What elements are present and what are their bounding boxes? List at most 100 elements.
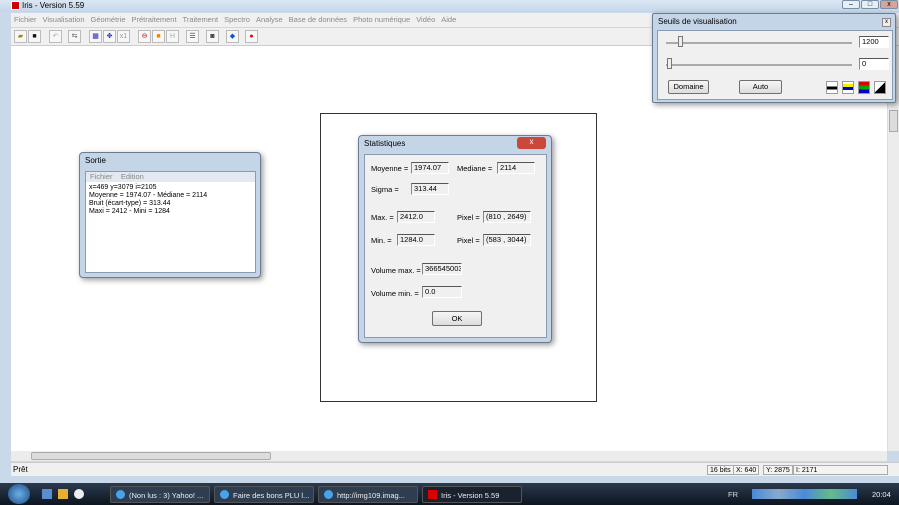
quicklaunch-icon[interactable] xyxy=(74,489,84,499)
status-intensity: I: 2171 xyxy=(793,465,888,475)
status-text: Prêt xyxy=(13,465,28,474)
sortie-window: Sortie Fichier Edition x=469 y=3079 i=21… xyxy=(79,152,261,278)
sigma-field: 313.44 xyxy=(411,183,449,195)
low-slider-thumb[interactable] xyxy=(667,58,672,69)
ok-button[interactable]: OK xyxy=(432,311,482,326)
high-threshold-input[interactable]: 1200 xyxy=(859,36,889,48)
menu-visualisation[interactable]: Visualisation xyxy=(40,13,88,24)
menu-fichier[interactable]: Fichier xyxy=(11,13,40,24)
grayscale-palette-icon[interactable] xyxy=(826,81,838,94)
menu-base-de-donnees[interactable]: Base de données xyxy=(286,13,350,24)
seuils-close-button[interactable]: x xyxy=(882,18,891,27)
stats-title: Statistiques xyxy=(364,139,406,148)
minimize-button[interactable]: – xyxy=(842,0,860,9)
pixel-max-field: (810 , 2649) xyxy=(483,211,531,223)
low-threshold-input[interactable]: 0 xyxy=(859,58,889,70)
auto-button[interactable]: Auto xyxy=(739,80,782,94)
taskbar-label: Faire des bons PLU l... xyxy=(233,491,310,500)
system-tray-icons[interactable] xyxy=(752,489,857,499)
vertical-scrollbar[interactable] xyxy=(887,46,899,451)
min-label: Min. = xyxy=(371,236,392,245)
moyenne-label: Moyenne = xyxy=(371,164,409,173)
undo-icon[interactable]: ↶ xyxy=(49,30,62,43)
domaine-button[interactable]: Domaine xyxy=(668,80,709,94)
yellow-blue-palette-icon[interactable] xyxy=(842,81,854,94)
menu-spectro[interactable]: Spectro xyxy=(221,13,253,24)
ie-icon xyxy=(116,490,125,499)
stats-close-button[interactable]: x xyxy=(517,137,546,149)
sortie-output[interactable]: x=469 y=3079 i=2105 Moyenne = 1974.07 - … xyxy=(86,182,255,218)
statistiques-dialog: Statistiques x Moyenne = 1974.07 Mediane… xyxy=(358,135,552,343)
camera-icon[interactable]: ◙ xyxy=(206,30,219,43)
mediane-label: Mediane = xyxy=(457,164,493,173)
iris-icon xyxy=(428,490,437,499)
taskbar-label: Iris - Version 5.59 xyxy=(441,491,500,500)
taskbar-label: http://img109.imag... xyxy=(337,491,405,500)
start-button[interactable] xyxy=(8,484,30,504)
min-field: 1284.0 xyxy=(397,234,435,246)
menu-traitement[interactable]: Traitement xyxy=(180,13,222,24)
moyenne-field: 1974.07 xyxy=(411,162,449,174)
max-label: Max. = xyxy=(371,213,394,222)
taskbar: (Non lus : 3) Yahoo! ... Faire des bons … xyxy=(0,483,899,505)
sortie-menu-edition[interactable]: Edition xyxy=(121,172,144,181)
sortie-title: Sortie xyxy=(85,156,106,165)
h-button[interactable]: H xyxy=(166,30,179,43)
ie-icon xyxy=(220,490,229,499)
window-title: Iris - Version 5.59 xyxy=(22,1,85,10)
clock[interactable]: 20:04 xyxy=(872,490,891,499)
rainbow-palette-icon[interactable] xyxy=(858,81,870,94)
pixel-min-field: (583 , 3044) xyxy=(483,234,531,246)
menu-video[interactable]: Vidéo xyxy=(413,13,438,24)
high-threshold-slider[interactable] xyxy=(666,42,852,44)
pixel-max-label: Pixel = xyxy=(457,213,480,222)
zoom-grid-icon[interactable]: ▦ xyxy=(89,30,102,43)
horizontal-scroll-thumb[interactable] xyxy=(31,452,271,460)
app-icon xyxy=(11,1,20,10)
swap-icon[interactable]: ⇆ xyxy=(68,30,81,43)
menu-analyse[interactable]: Analyse xyxy=(253,13,286,24)
orange-square-icon[interactable]: ■ xyxy=(152,30,165,43)
taskbar-item-yahoo[interactable]: (Non lus : 3) Yahoo! ... xyxy=(110,486,210,503)
language-indicator[interactable]: FR xyxy=(728,490,738,499)
taskbar-item-plu[interactable]: Faire des bons PLU l... xyxy=(214,486,314,503)
close-button[interactable]: x xyxy=(880,0,898,9)
menu-pretraitement[interactable]: Prétraitement xyxy=(129,13,180,24)
output-line: Bruit (écart-type) = 313.44 xyxy=(89,200,171,207)
seuils-window: Seuils de visualisation x 1200 0 Domaine… xyxy=(652,13,896,103)
red-circle-icon[interactable]: ⊖ xyxy=(138,30,151,43)
low-threshold-slider[interactable] xyxy=(666,64,852,66)
open-icon[interactable]: ▰ xyxy=(14,30,27,43)
gradient-palette-icon[interactable] xyxy=(874,81,886,94)
blue-diamond-icon[interactable]: ◆ xyxy=(226,30,239,43)
list-icon[interactable]: ☰ xyxy=(186,30,199,43)
sortie-menu-fichier[interactable]: Fichier xyxy=(90,172,113,181)
menu-photo-numerique[interactable]: Photo numérique xyxy=(350,13,413,24)
save-icon[interactable]: ■ xyxy=(28,30,41,43)
menu-geometrie[interactable]: Géométrie xyxy=(88,13,129,24)
high-slider-thumb[interactable] xyxy=(678,36,683,47)
vertical-scroll-thumb[interactable] xyxy=(889,110,898,132)
show-desktop-icon[interactable] xyxy=(42,489,52,499)
mediane-field: 2114 xyxy=(497,162,535,174)
volume-min-field: 0.0 xyxy=(422,286,462,298)
taskbar-item-iris[interactable]: Iris - Version 5.59 xyxy=(422,486,522,503)
status-bar: Prêt 16 bits X: 640 Y: 2875 I: 2171 xyxy=(11,462,899,476)
volume-min-label: Volume min. = xyxy=(371,289,419,298)
taskbar-item-img109[interactable]: http://img109.imag... xyxy=(318,486,418,503)
status-y: Y: 2875 xyxy=(763,465,793,475)
max-field: 2412.0 xyxy=(397,211,435,223)
volume-max-field: 3665450035 xyxy=(422,263,462,275)
menu-aide[interactable]: Aide xyxy=(438,13,459,24)
zoom-x1-button[interactable]: x1 xyxy=(117,30,130,43)
red-dot-icon[interactable]: ● xyxy=(245,30,258,43)
horizontal-scrollbar[interactable] xyxy=(11,451,887,461)
taskbar-label: (Non lus : 3) Yahoo! ... xyxy=(129,491,204,500)
sigma-label: Sigma = xyxy=(371,185,399,194)
pixel-min-label: Pixel = xyxy=(457,236,480,245)
move-icon[interactable]: ✥ xyxy=(103,30,116,43)
folder-icon[interactable] xyxy=(58,489,68,499)
volume-max-label: Volume max. = xyxy=(371,266,421,275)
status-bits: 16 bits xyxy=(707,465,734,475)
maximize-button[interactable]: □ xyxy=(861,0,879,9)
